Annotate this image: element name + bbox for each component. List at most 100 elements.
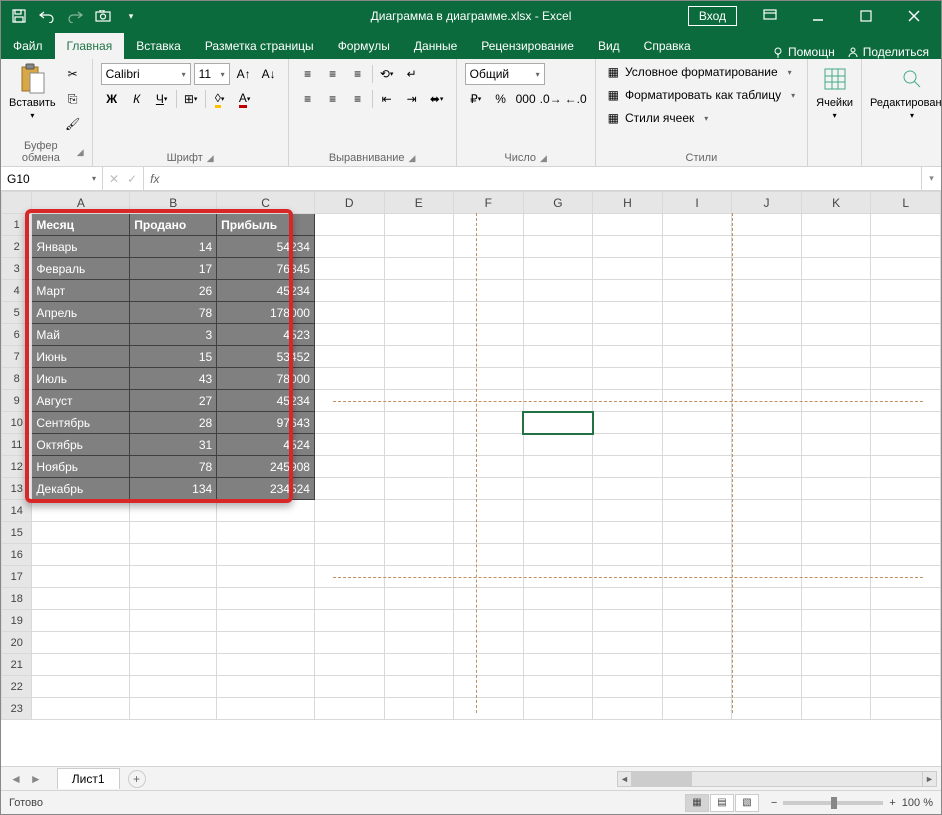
- cell[interactable]: [871, 214, 941, 236]
- cell[interactable]: [523, 214, 593, 236]
- cell[interactable]: 97643: [217, 412, 315, 434]
- cell[interactable]: [662, 346, 732, 368]
- cell[interactable]: [662, 500, 732, 522]
- comma-icon[interactable]: 000: [515, 88, 537, 110]
- cell[interactable]: [662, 566, 732, 588]
- cell[interactable]: [454, 676, 524, 698]
- spreadsheet-grid[interactable]: ABCDEFGHIJKL1МесяцПроданоПрибыль2Январь1…: [1, 191, 941, 766]
- cell[interactable]: [130, 544, 217, 566]
- cell[interactable]: [801, 566, 871, 588]
- cell[interactable]: [314, 478, 384, 500]
- decrease-indent-icon[interactable]: ⇤: [376, 88, 398, 110]
- cell[interactable]: [384, 412, 454, 434]
- cell[interactable]: [523, 588, 593, 610]
- cell[interactable]: [314, 214, 384, 236]
- cell[interactable]: [662, 632, 732, 654]
- cell[interactable]: 45234: [217, 390, 315, 412]
- cell[interactable]: [732, 478, 802, 500]
- cell[interactable]: [314, 390, 384, 412]
- wrap-text-icon[interactable]: ↵: [401, 63, 423, 85]
- cell[interactable]: [871, 588, 941, 610]
- cell[interactable]: [871, 258, 941, 280]
- cell[interactable]: 27: [130, 390, 217, 412]
- cell[interactable]: [732, 412, 802, 434]
- sheet-nav-next-icon[interactable]: ►: [27, 772, 45, 786]
- cell[interactable]: [130, 698, 217, 720]
- cell[interactable]: [662, 390, 732, 412]
- page-break-view-icon[interactable]: ▧: [735, 794, 759, 812]
- cell[interactable]: [801, 390, 871, 412]
- row-header[interactable]: 18: [2, 588, 32, 610]
- cell[interactable]: [801, 544, 871, 566]
- cell[interactable]: [454, 500, 524, 522]
- cell[interactable]: [384, 214, 454, 236]
- cell[interactable]: [732, 632, 802, 654]
- cell[interactable]: [314, 588, 384, 610]
- cell[interactable]: [314, 412, 384, 434]
- cell[interactable]: [454, 412, 524, 434]
- row-header[interactable]: 13: [2, 478, 32, 500]
- cell[interactable]: Продано: [130, 214, 217, 236]
- cell[interactable]: [32, 588, 130, 610]
- tab-formulas[interactable]: Формулы: [326, 33, 402, 59]
- cell[interactable]: [454, 302, 524, 324]
- cell[interactable]: [523, 280, 593, 302]
- cell[interactable]: [314, 676, 384, 698]
- decrease-decimal-icon[interactable]: ←.0: [565, 88, 587, 110]
- cell[interactable]: Февраль: [32, 258, 130, 280]
- cell[interactable]: [217, 500, 315, 522]
- cell[interactable]: [523, 500, 593, 522]
- cell[interactable]: [871, 698, 941, 720]
- cell[interactable]: [384, 698, 454, 720]
- cell[interactable]: [593, 544, 663, 566]
- cell[interactable]: [593, 500, 663, 522]
- cell[interactable]: [454, 368, 524, 390]
- cell[interactable]: [871, 346, 941, 368]
- cell[interactable]: [871, 654, 941, 676]
- column-header[interactable]: L: [871, 192, 941, 214]
- cell[interactable]: [314, 500, 384, 522]
- cell[interactable]: Прибыль: [217, 214, 315, 236]
- cell-styles-button[interactable]: ▦Стили ячеек▾: [604, 109, 800, 127]
- number-dialog-icon[interactable]: ◢: [540, 153, 547, 164]
- cell[interactable]: 14: [130, 236, 217, 258]
- cell[interactable]: [314, 610, 384, 632]
- tell-me[interactable]: Помощн: [772, 45, 835, 59]
- row-header[interactable]: 3: [2, 258, 32, 280]
- tab-insert[interactable]: Вставка: [124, 33, 193, 59]
- cell[interactable]: [593, 522, 663, 544]
- cell[interactable]: [871, 500, 941, 522]
- cell[interactable]: [523, 236, 593, 258]
- cell[interactable]: [732, 214, 802, 236]
- cell[interactable]: [801, 456, 871, 478]
- cell[interactable]: [732, 500, 802, 522]
- cell[interactable]: 245908: [217, 456, 315, 478]
- cell[interactable]: 26: [130, 280, 217, 302]
- cell[interactable]: [217, 566, 315, 588]
- cell[interactable]: 54234: [217, 236, 315, 258]
- cell[interactable]: 45234: [217, 280, 315, 302]
- cell[interactable]: [314, 544, 384, 566]
- cell[interactable]: [662, 522, 732, 544]
- zoom-slider[interactable]: [783, 801, 883, 805]
- cell[interactable]: [662, 302, 732, 324]
- cell[interactable]: [871, 236, 941, 258]
- cell[interactable]: 4523: [217, 324, 315, 346]
- cell[interactable]: [593, 412, 663, 434]
- cell[interactable]: [217, 544, 315, 566]
- row-header[interactable]: 6: [2, 324, 32, 346]
- column-header[interactable]: C: [217, 192, 315, 214]
- zoom-level[interactable]: 100 %: [902, 797, 933, 809]
- column-header[interactable]: K: [801, 192, 871, 214]
- cell[interactable]: [871, 324, 941, 346]
- cell[interactable]: [801, 236, 871, 258]
- conditional-formatting-button[interactable]: ▦Условное форматирование▾: [604, 63, 800, 81]
- expand-formula-bar-icon[interactable]: ▾: [921, 167, 941, 190]
- cell[interactable]: 178000: [217, 302, 315, 324]
- cell[interactable]: Октябрь: [32, 434, 130, 456]
- cell[interactable]: [314, 280, 384, 302]
- cell[interactable]: [523, 434, 593, 456]
- underline-button[interactable]: Ч▾: [151, 88, 173, 110]
- fx-icon[interactable]: fx: [144, 167, 165, 190]
- ribbon-options-icon[interactable]: [747, 1, 793, 31]
